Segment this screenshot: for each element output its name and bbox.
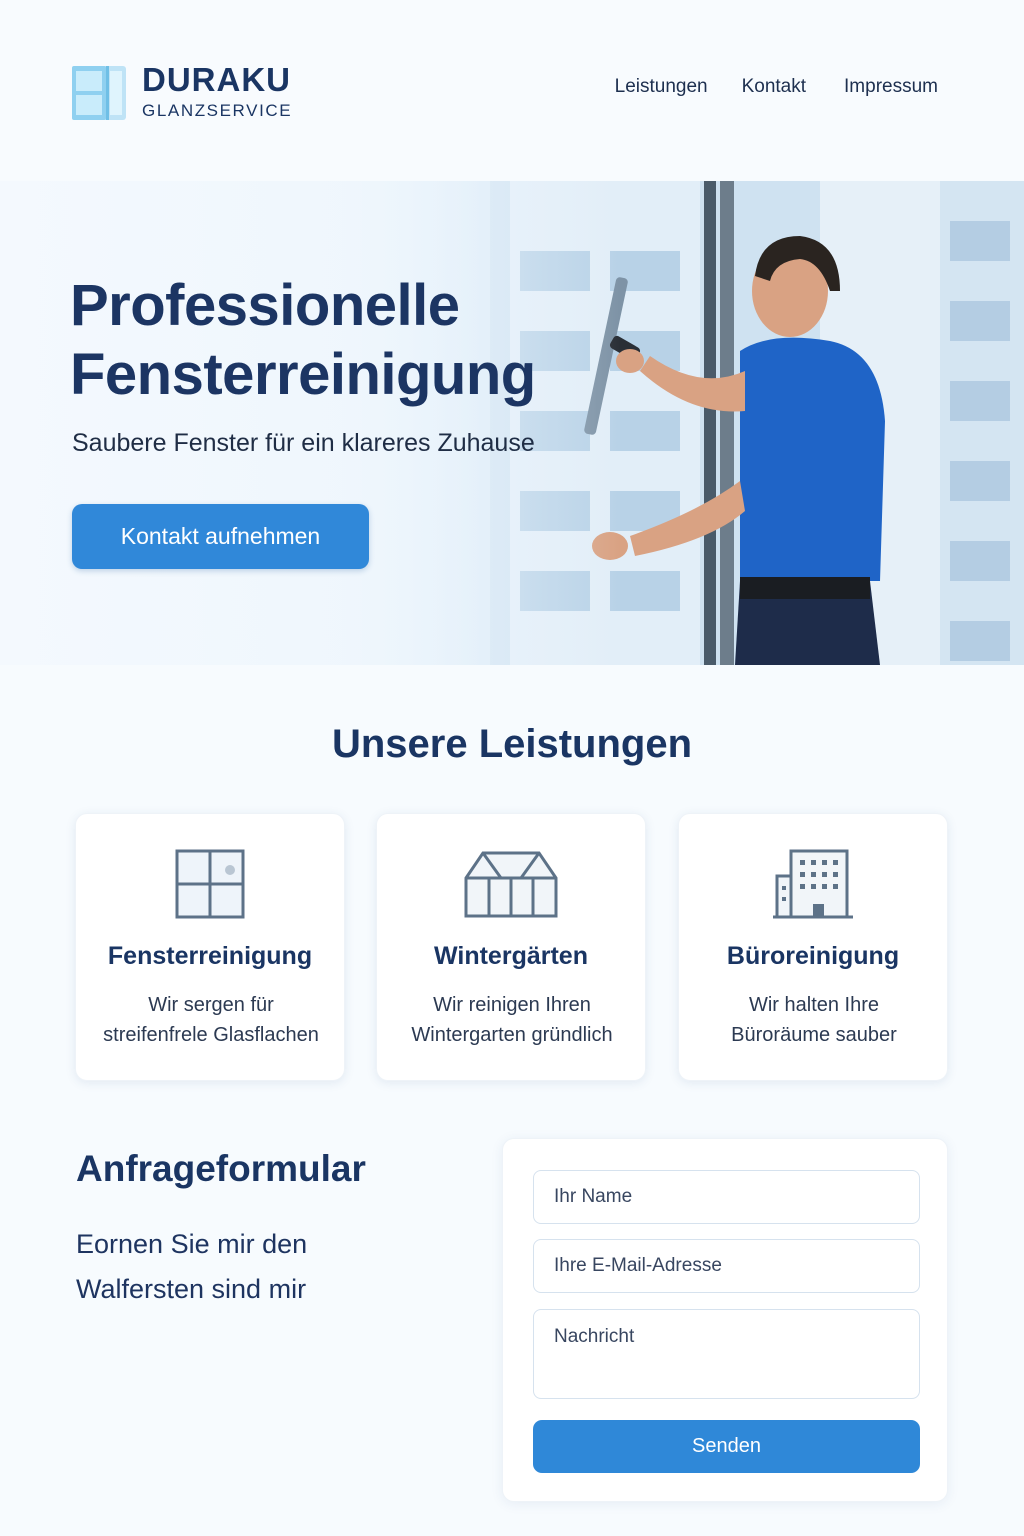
service-description: Wir reinigen Ihren Wintergarten gründlic… xyxy=(387,990,637,1050)
office-building-icon xyxy=(773,849,853,919)
contact-cta-button[interactable]: Kontakt aufnehmen xyxy=(72,504,369,569)
service-title: Fensterreinigung xyxy=(107,942,313,970)
inquiry-form-title: Anfrageformular xyxy=(76,1148,366,1189)
hero-title: Professionelle Fensterreinigung xyxy=(70,271,536,409)
service-description-line2: streifenfrele Glasflachen xyxy=(103,1024,319,1046)
main-nav: Leistungen Kontakt Impressum xyxy=(581,76,938,98)
nav-link-impressum[interactable]: Impressum xyxy=(844,76,938,98)
site-header: DURAKU GLANZSERVICE Leistungen Kontakt I… xyxy=(0,0,1024,180)
inquiry-form-copy: Eornen Sie mir den Walfersten sind mir xyxy=(76,1222,476,1312)
hero-title-line2: Fensterreinigung xyxy=(70,342,536,407)
window-logo-icon xyxy=(72,66,126,120)
nav-link-kontakt[interactable]: Kontakt xyxy=(742,76,806,98)
brand-tagline: GLANZSERVICE xyxy=(142,101,293,120)
service-description-line2: Wintergarten gründlich xyxy=(411,1024,613,1046)
greenhouse-icon xyxy=(464,851,558,918)
service-description-line1: Wir halten Ihre xyxy=(748,994,880,1016)
service-card-wintergaerten[interactable]: Wintergärten Wir reinigen Ihren Winterga… xyxy=(376,813,646,1081)
brand-name: DURAKU xyxy=(142,61,291,98)
nav-link-leistungen[interactable]: Leistungen xyxy=(615,76,708,98)
service-card-bueroreinigung[interactable]: Büroreinigung Wir halten Ihre Büroräume … xyxy=(678,813,948,1081)
brand-logo[interactable]: DURAKU GLANZSERVICE xyxy=(70,62,292,122)
hero-section: Professionelle Fensterreinigung Saubere … xyxy=(0,181,1024,665)
name-input[interactable] xyxy=(533,1170,920,1224)
message-textarea[interactable] xyxy=(533,1309,920,1399)
service-description-line2: Büroräume sauber xyxy=(731,1024,897,1046)
service-card-fensterreinigung[interactable]: Fensterreinigung Wir sergen für streifen… xyxy=(75,813,345,1081)
hero-subtitle: Saubere Fenster für ein klareres Zuhause xyxy=(72,429,535,457)
send-button[interactable]: Senden xyxy=(533,1420,920,1473)
service-description: Wir sergen für streifenfrele Glasflachen xyxy=(86,990,336,1050)
service-title: Wintergärten xyxy=(434,942,588,970)
window-icon xyxy=(175,849,245,919)
service-description-line1: Wir sergen für xyxy=(148,994,274,1016)
hero-title-line1: Professionelle xyxy=(70,273,460,338)
services-title: Unsere Leistungen xyxy=(331,722,693,766)
service-description: Wir halten Ihre Büroräume sauber xyxy=(689,990,939,1050)
email-input[interactable] xyxy=(533,1239,920,1293)
inquiry-form: Senden xyxy=(502,1138,948,1502)
service-title: Büroreinigung xyxy=(726,942,900,970)
hero-overlay xyxy=(0,181,620,665)
service-description-line1: Wir reinigen Ihren xyxy=(433,994,591,1016)
inquiry-copy-line1: Eornen Sie mir den xyxy=(76,1229,308,1259)
inquiry-copy-line2: Walfersten sind mir xyxy=(76,1274,307,1304)
